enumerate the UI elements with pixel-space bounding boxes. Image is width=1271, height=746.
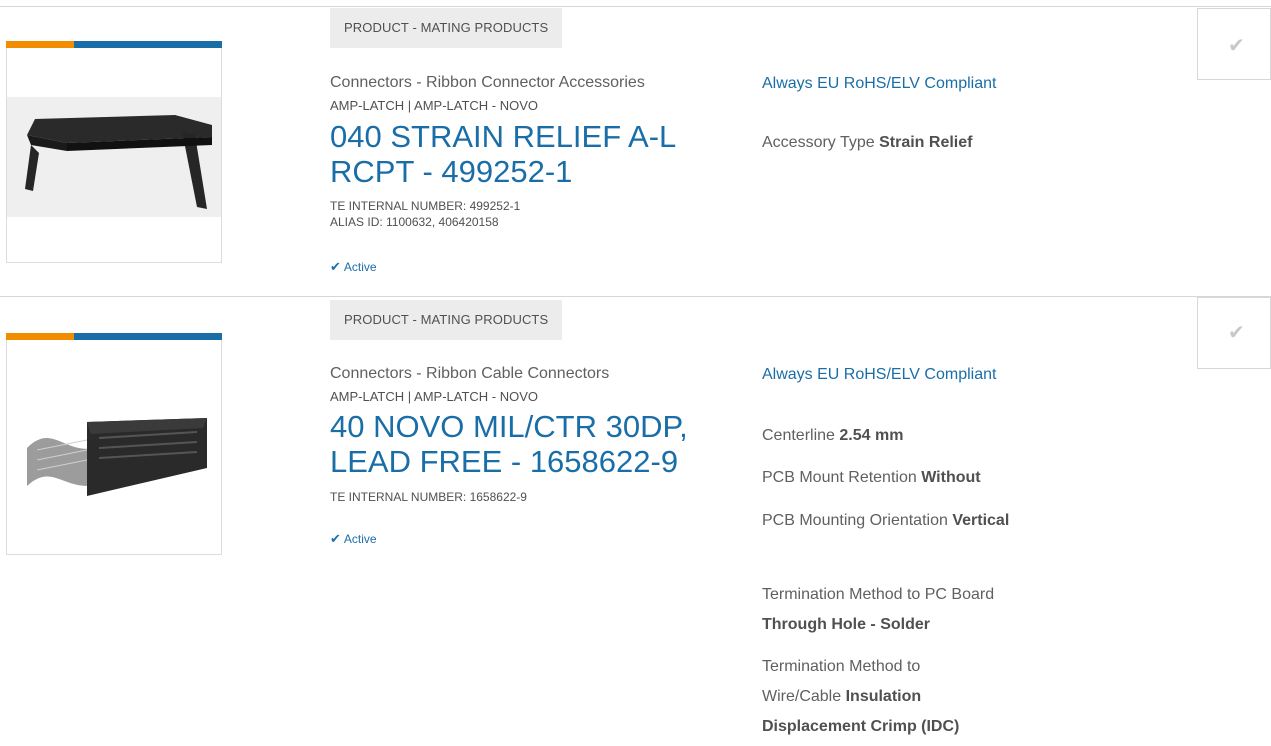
feature-termination-wire-cable: Termination Method to Wire/Cable Insulat… <box>762 658 960 735</box>
product-type-tag: PRODUCT - MATING PRODUCTS <box>330 8 563 48</box>
product-series: AMP-LATCH | AMP-LATCH - NOVO <box>330 98 539 113</box>
checkmark-icon: ✔ <box>1228 35 1245 57</box>
checkmark-icon: ✔ <box>330 531 341 546</box>
product-category: Connectors - Ribbon Connector Accessorie… <box>330 74 645 91</box>
rohs-compliance-link[interactable]: Always EU RoHS/ELV Compliant <box>762 75 996 93</box>
internal-number: TE INTERNAL NUMBER: 1658622-9 <box>330 490 527 504</box>
checkmark-icon: ✔ <box>1228 322 1245 344</box>
ribbon-connector-image <box>7 378 221 518</box>
alias-id: ALIAS ID: 1100632, 406420158 <box>330 215 499 229</box>
thumbnail-accent-bar <box>6 41 222 48</box>
thumbnail-accent-bar <box>6 333 222 340</box>
product-title-link[interactable]: 40 NOVO MIL/CTR 30DP, LEAD FREE - 165862… <box>330 409 760 479</box>
checkmark-icon: ✔ <box>330 259 341 274</box>
status-badge: ✔ Active <box>330 259 377 274</box>
feature-pcb-mounting-orientation: PCB Mounting Orientation Vertical <box>762 512 1010 529</box>
product-title-link[interactable]: 040 STRAIN RELIEF A-L RCPT - 499252-1 <box>330 119 750 189</box>
product-thumbnail[interactable] <box>6 333 222 555</box>
compare-checkbox[interactable]: ✔ <box>1197 8 1271 80</box>
internal-number: TE INTERNAL NUMBER: 499252-1 <box>330 199 521 213</box>
product-type-tag: PRODUCT - MATING PRODUCTS <box>330 300 563 340</box>
strain-relief-image <box>7 97 221 217</box>
feature-accessory-type: Accessory Type Strain Relief <box>762 134 973 151</box>
rohs-compliance-link[interactable]: Always EU RoHS/ELV Compliant <box>762 366 996 384</box>
product-category: Connectors - Ribbon Cable Connectors <box>330 365 610 382</box>
product-series: AMP-LATCH | AMP-LATCH - NOVO <box>330 389 539 404</box>
product-thumbnail[interactable] <box>6 41 222 263</box>
product-row: PRODUCT - MATING PRODUCTS Connectors - R… <box>0 6 1271 297</box>
compare-checkbox[interactable]: ✔ <box>1197 297 1271 369</box>
status-badge: ✔ Active <box>330 531 377 546</box>
feature-centerline: Centerline 2.54 mm <box>762 427 904 444</box>
feature-termination-pc-board: Termination Method to PC Board Through H… <box>762 586 995 633</box>
feature-pcb-mount-retention: PCB Mount Retention Without <box>762 469 981 486</box>
product-row: PRODUCT - MATING PRODUCTS Connectors - R… <box>0 296 1271 746</box>
